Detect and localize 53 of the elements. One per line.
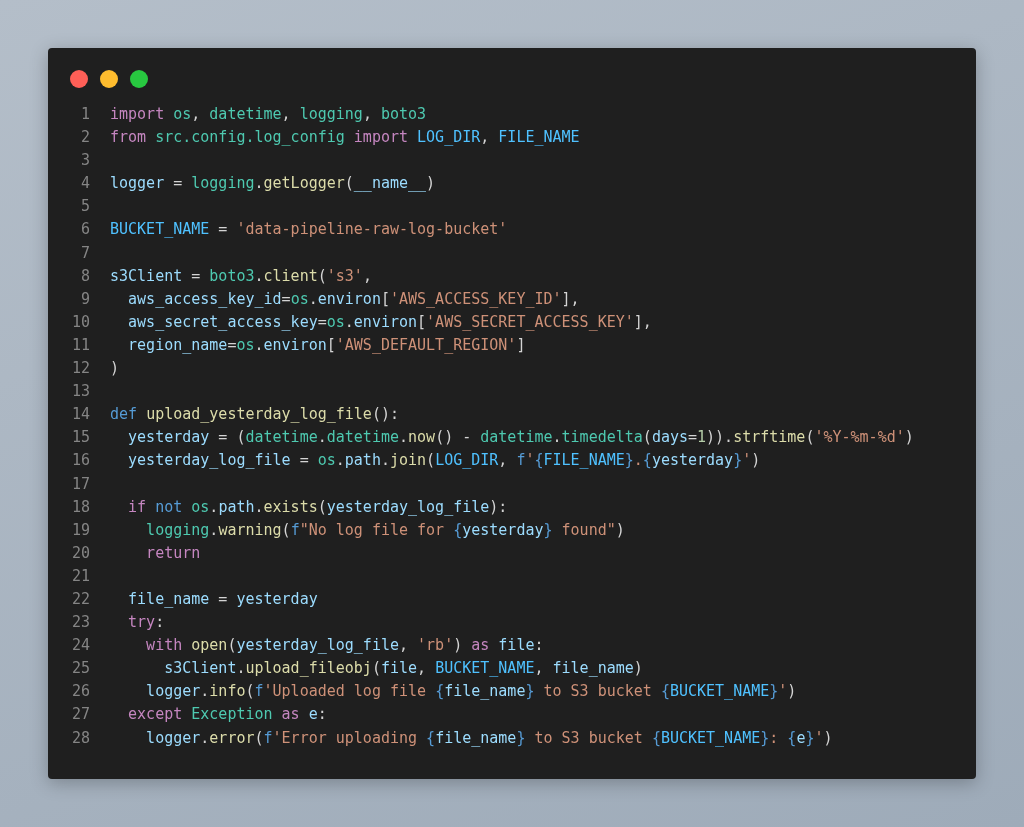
window-minimize-icon	[100, 70, 118, 88]
line-number: 22	[70, 588, 90, 610]
line-number: 7	[79, 242, 90, 264]
code-line: yesterday_log_file = os.path.join(LOG_DIR, f'{FILE_NAME}.{yesterday}')	[127, 450, 761, 472]
line-number: 4	[79, 173, 90, 195]
line-number: 15	[70, 427, 90, 449]
line-number: 27	[70, 704, 90, 726]
code-line: )	[110, 358, 120, 380]
code-line: yesterday = (datetime.datetime.now() - datetime.timedelta(days=1)).strftime('%Y-%m-%d')	[127, 427, 914, 449]
code-line: s3Client = boto3.client('s3',	[110, 265, 372, 287]
line-number: 20	[70, 542, 90, 564]
line-number: 3	[79, 150, 90, 172]
code-line: with open(yesterday_log_file, 'rb') as file:	[145, 635, 544, 657]
line-number: 1	[79, 104, 90, 125]
code-line: logger = logging.getLogger(__name__)	[110, 173, 436, 195]
line-number: 17	[70, 473, 90, 495]
code-line: return	[145, 542, 201, 564]
line-number: 23	[70, 612, 90, 634]
code-line: region_name=os.environ['AWS_DEFAULT_REGION']	[127, 334, 526, 356]
line-number: 5	[79, 196, 90, 218]
line-number: 11	[70, 334, 90, 356]
window-close-icon	[70, 70, 88, 88]
line-number: 21	[70, 565, 90, 587]
line-number: 12	[70, 358, 90, 380]
code-line: BUCKET_NAME = 'data-pipeline-raw-log-bucket'	[110, 219, 508, 241]
code-line: logging.warning(f"No log file for {yesterday} found")	[145, 519, 625, 541]
line-number: 2	[79, 127, 90, 149]
line-number: 8	[79, 265, 90, 287]
line-number: 13	[70, 381, 90, 403]
line-number: 24	[70, 635, 90, 657]
line-number: 25	[70, 658, 90, 680]
code-line: aws_access_key_id=os.environ['AWS_ACCESS_KEY_ID'],	[127, 288, 580, 310]
line-number: 10	[70, 311, 90, 333]
code-line: logger.error(f'Error uploading {file_name} to S3 bucket {BUCKET_NAME}: {e}')	[145, 727, 833, 749]
window-maximize-icon	[130, 70, 148, 88]
line-number: 18	[70, 496, 90, 518]
line-number: 28	[70, 727, 90, 749]
code-line: import os, datetime, logging, boto3	[110, 104, 427, 125]
line-number: 16	[70, 450, 90, 472]
code-line: s3Client.upload_fileobj(file, BUCKET_NAME, file_name)	[163, 658, 643, 680]
line-number: 9	[79, 288, 90, 310]
code-line: if not os.path.exists(yesterday_log_file):	[127, 496, 508, 518]
code-line: def upload_yesterday_log_file():	[110, 404, 399, 426]
line-number: 26	[70, 681, 90, 703]
line-number: 6	[79, 219, 90, 241]
line-number: 14	[70, 404, 90, 426]
code-line: aws_secret_access_key=os.environ['AWS_SECRET_ACCESS_KEY'],	[127, 311, 652, 333]
code-line: try:	[127, 612, 165, 634]
code-line: file_name = yesterday	[127, 588, 318, 610]
code-line: except Exception as e:	[127, 704, 327, 726]
line-number: 19	[70, 519, 90, 541]
code-line: logger.info(f'Uploaded log file {file_name} to S3 bucket {BUCKET_NAME}')	[145, 681, 797, 703]
code-line: from src.config.log_config import LOG_DIR, FILE_NAME	[110, 127, 580, 149]
